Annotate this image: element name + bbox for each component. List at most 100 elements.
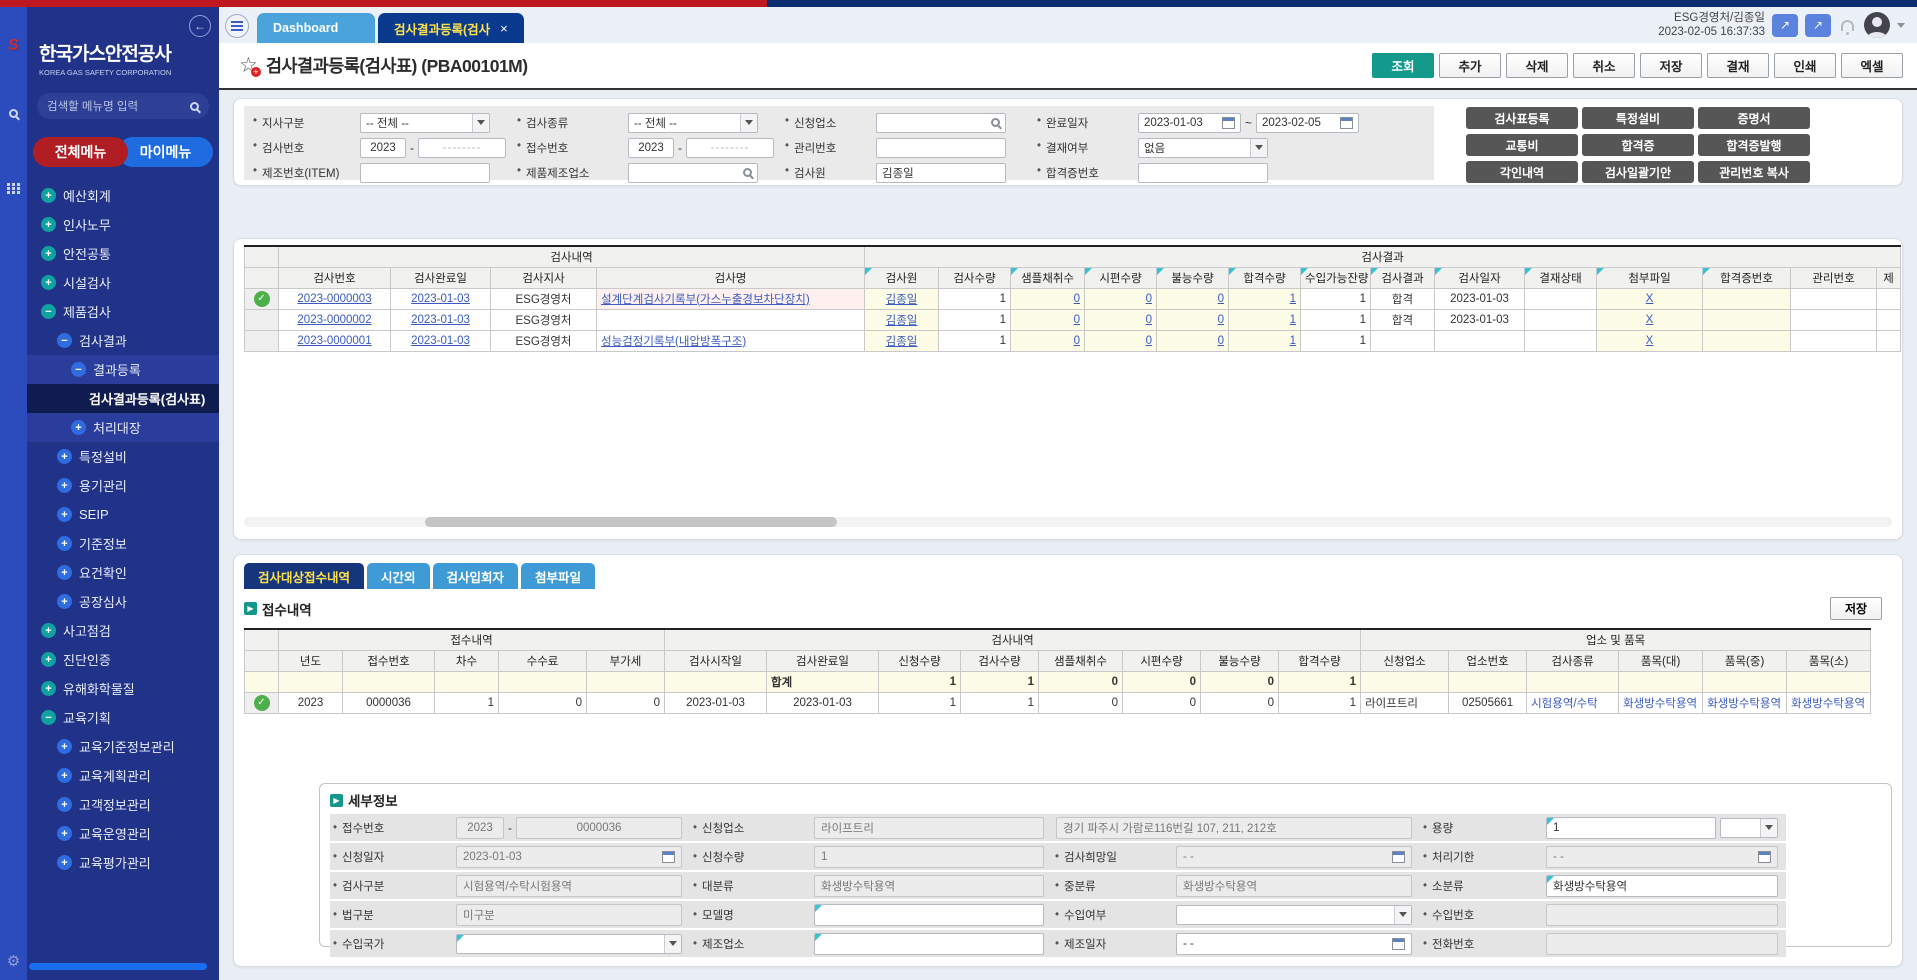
notifications-bell-icon[interactable] [1841,20,1854,31]
column-header[interactable]: 품목(중) [1703,650,1787,671]
expand-plus-icon[interactable]: + [41,275,56,290]
expand-plus-icon[interactable]: + [57,594,72,609]
cell-link[interactable]: X [1646,293,1654,305]
collapse-minus-icon[interactable]: − [71,362,86,377]
detail-select[interactable] [1176,905,1412,925]
action-button-1[interactable]: 조회 [1372,53,1434,78]
table-row[interactable]: 2023-00000012023-01-03ESG경영처성능검정기록부(내압방폭… [245,330,1901,351]
detail-text-input[interactable]: 화생방수탁용역 [1546,875,1778,897]
column-header[interactable]: 불능수량 [1201,650,1279,671]
column-header[interactable]: 검사원 [865,267,939,288]
chevron-down-icon[interactable] [1760,819,1777,837]
detail-text-input[interactable] [814,904,1044,926]
expand-plus-icon[interactable]: + [57,739,72,754]
column-header[interactable]: 검사명 [597,267,865,288]
filter-select[interactable]: 없음 [1138,138,1268,158]
chevron-down-icon[interactable] [472,114,489,132]
sidebar-scrollbar[interactable] [29,963,207,970]
table-row[interactable]: 2023-00000022023-01-03ESG경영처김종일100011합격2… [245,309,1901,330]
cell-link[interactable]: 설계단계검사기록부(가스누출경보차단장치) [601,294,810,306]
sidebar-item[interactable]: −결과등록 [27,355,219,384]
all-menu-button[interactable]: 전체메뉴 [33,137,128,167]
detail-select[interactable] [456,934,682,954]
expand-plus-icon[interactable]: + [57,507,72,522]
cell-link[interactable]: 김종일 [886,336,918,348]
chevron-down-icon[interactable] [1394,906,1411,924]
filter-select[interactable]: -- 전체 -- [360,113,490,133]
cell-link[interactable]: 김종일 [886,315,918,327]
column-header[interactable]: 샘플채취수 [1039,650,1123,671]
column-header[interactable]: 업소번호 [1449,650,1527,671]
tool-button-1[interactable]: 검사표등록 [1466,107,1578,129]
duplicate-window-icon[interactable]: ↗ [1805,14,1831,37]
scrollbar-thumb[interactable] [425,517,837,527]
calendar-icon[interactable] [1392,851,1405,863]
chevron-down-icon[interactable] [740,114,757,132]
search-icon[interactable] [190,102,199,111]
tab-close-icon[interactable]: × [500,21,508,36]
sidebar-item[interactable]: +요건확인 [27,558,219,587]
column-header[interactable]: 합격증번호 [1703,267,1791,288]
column-header[interactable]: 검사완료일 [767,650,879,671]
cell-link[interactable]: 1 [1290,335,1296,347]
tool-button-7[interactable]: 각인내역 [1466,161,1578,183]
detail-unit-select[interactable] [1720,818,1778,838]
tool-button-9[interactable]: 관리번호 복사 [1698,161,1810,183]
column-header[interactable]: 검사완료일 [391,267,491,288]
expand-plus-icon[interactable]: + [41,652,56,667]
sidebar-item[interactable]: +사고점검 [27,616,219,645]
action-button-4[interactable]: 취소 [1573,53,1635,78]
menu-search-input[interactable]: 검색할 메뉴명 입력 [37,93,209,119]
sidebar-item[interactable]: +공장심사 [27,587,219,616]
action-button-2[interactable]: 추가 [1439,53,1501,78]
column-header[interactable]: 년도 [279,650,343,671]
filter-date-to[interactable]: 2023-02-05 [1256,113,1359,133]
filter-seq-input[interactable]: -------- [418,138,506,158]
sidebar-item[interactable]: +교육계획관리 [27,761,219,790]
column-header[interactable]: 접수번호 [343,650,435,671]
column-header[interactable]: 샘플채취수 [1011,267,1085,288]
cell-link[interactable]: 2023-0000002 [297,314,371,326]
column-header[interactable] [245,267,279,288]
expand-plus-icon[interactable]: + [57,449,72,464]
filter-search-input[interactable] [876,113,1006,133]
cell-link[interactable]: 0 [1218,314,1224,326]
action-button-6[interactable]: 결재 [1707,53,1769,78]
calendar-icon[interactable] [662,851,675,863]
column-header[interactable]: 부가세 [587,650,665,671]
expand-plus-icon[interactable]: + [57,797,72,812]
column-header[interactable]: 품목(소) [1787,650,1871,671]
sidebar-item[interactable]: +고객정보관리 [27,790,219,819]
cell-link[interactable]: 2023-01-03 [411,335,470,347]
column-header[interactable]: 제 [1877,267,1901,288]
sidebar-item[interactable]: +교육운영관리 [27,819,219,848]
cell-link[interactable]: 0 [1146,293,1152,305]
action-button-8[interactable]: 엑셀 [1841,53,1903,78]
expand-plus-icon[interactable]: + [41,681,56,696]
calendar-icon[interactable] [1222,117,1235,129]
column-header[interactable]: 검사종류 [1527,650,1619,671]
action-button-5[interactable]: 저장 [1640,53,1702,78]
search-icon[interactable] [991,118,1000,127]
sidebar-item[interactable]: +SEIP [27,500,219,529]
open-new-window-icon[interactable]: ↗ [1772,14,1798,37]
filter-seq-input[interactable]: -------- [686,138,774,158]
favorite-star-icon[interactable]: ☆ [239,53,258,78]
sidebar-item[interactable]: +용기관리 [27,471,219,500]
table-row[interactable]: ✓202300000361002023-01-032023-01-0311000… [245,692,1871,713]
sidebar-item[interactable]: +시설검사 [27,268,219,297]
sidebar-item[interactable]: +인사노무 [27,210,219,239]
action-button-7[interactable]: 인쇄 [1774,53,1836,78]
tab-검사입회자[interactable]: 검사입회자 [433,563,519,589]
column-header[interactable]: 검사수량 [939,267,1011,288]
rail-search-icon[interactable] [9,107,18,121]
column-header[interactable]: 결재상태 [1525,267,1597,288]
sidebar-item[interactable]: −검사결과 [27,326,219,355]
filter-text-input[interactable]: 김종일 [876,163,1006,183]
sidebar-item[interactable]: +유해화학물질 [27,674,219,703]
tab-첨부파일[interactable]: 첨부파일 [521,563,595,589]
expand-plus-icon[interactable]: + [57,536,72,551]
rail-grid-icon[interactable] [7,183,21,194]
sidebar-item[interactable]: +처리대장 [27,413,219,442]
column-header[interactable]: 품목(대) [1619,650,1703,671]
